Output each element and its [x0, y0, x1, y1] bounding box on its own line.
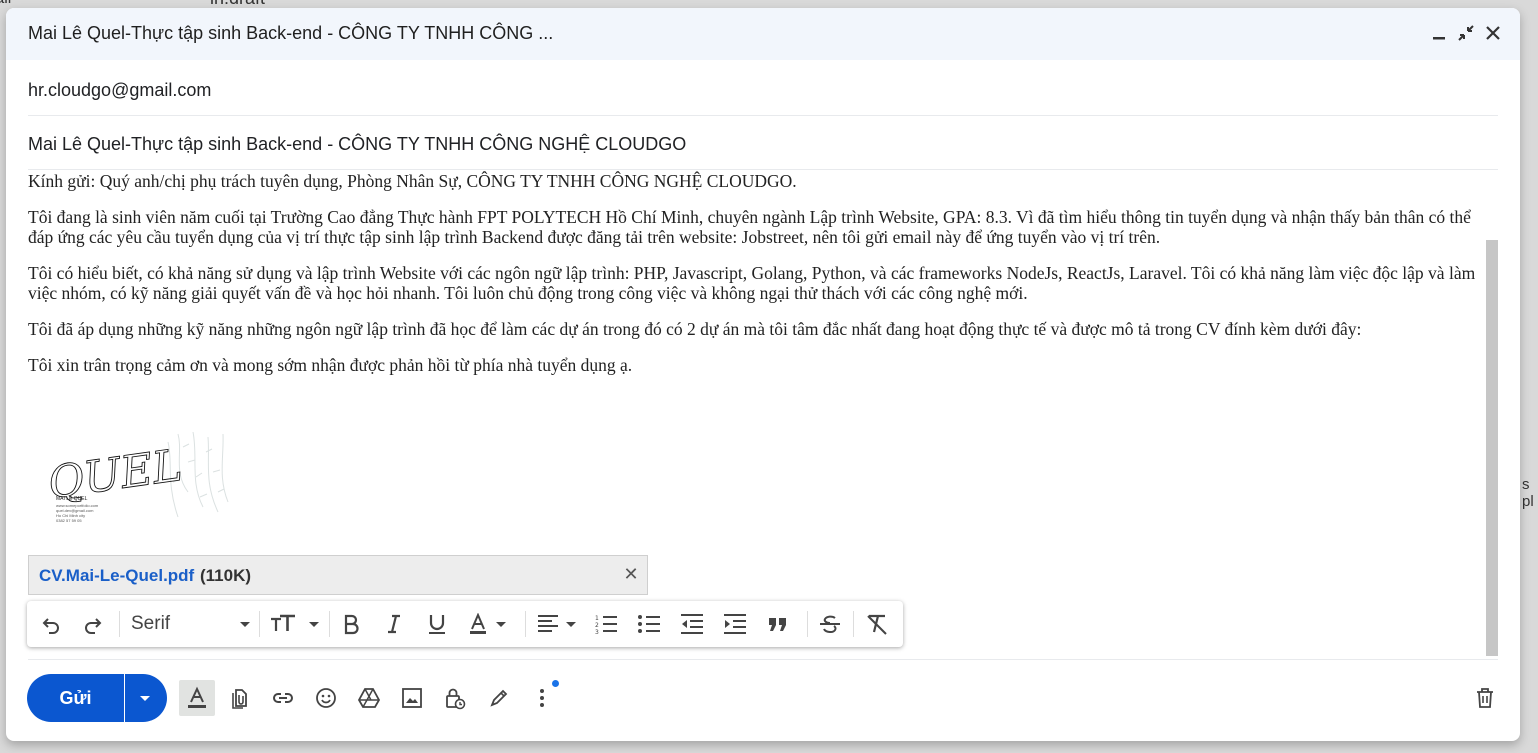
to-field[interactable]: hr.cloudgo@gmail.com	[28, 65, 1498, 116]
undo-icon	[42, 618, 59, 634]
chevron-down-icon	[140, 696, 150, 701]
text-size-icon	[271, 614, 319, 631]
toolbar-divider	[807, 611, 808, 637]
insert-link-button[interactable]	[265, 680, 301, 716]
underline-button[interactable]	[425, 610, 449, 638]
underline-icon	[429, 615, 445, 634]
minimize-icon	[1433, 37, 1445, 40]
toolbar-divider	[525, 611, 526, 637]
insert-emoji-button[interactable]	[308, 680, 344, 716]
remove-attachment-button[interactable]: ✕	[621, 564, 641, 584]
attach-files-button[interactable]	[222, 680, 258, 716]
send-options-button[interactable]	[125, 674, 167, 722]
svg-text:1: 1	[595, 615, 599, 622]
font-family-select[interactable]: Serif	[123, 610, 251, 638]
align-button[interactable]	[535, 610, 581, 638]
redo-button[interactable]	[79, 610, 107, 638]
minimize-button[interactable]	[1428, 22, 1450, 44]
remove-formatting-button[interactable]	[863, 610, 891, 638]
indent-less-button[interactable]	[679, 610, 705, 638]
insert-signature-button[interactable]	[481, 680, 517, 716]
more-vert-icon	[540, 689, 544, 707]
bulleted-list-icon	[638, 615, 660, 633]
indent-less-icon	[681, 614, 703, 634]
toolbar-divider	[119, 611, 120, 637]
font-size-button[interactable]	[267, 610, 323, 638]
compose-bottom-divider	[28, 659, 1498, 660]
paragraph-projects: Tôi đã áp dụng những kỹ năng những ngôn …	[28, 319, 1362, 339]
numbered-list-icon: 1 2 3	[595, 615, 617, 635]
trash-icon	[1477, 688, 1493, 708]
subject-text: Mai Lê Quel-Thực tập sinh Back-end - CÔN…	[28, 134, 687, 154]
undo-button[interactable]	[37, 610, 65, 638]
send-button[interactable]: Gửi	[27, 674, 124, 722]
lock-clock-icon	[446, 688, 466, 710]
confidential-mode-button[interactable]	[437, 680, 473, 716]
quote-icon	[769, 618, 786, 631]
photo-icon	[402, 688, 422, 708]
signature-image: QUEL MAI LÊ QUEL www.someportfolio.com q…	[44, 432, 229, 523]
italic-icon	[388, 614, 400, 634]
text-color-button[interactable]	[467, 610, 513, 638]
emoji-icon	[316, 688, 336, 708]
redo-icon	[85, 618, 102, 634]
compose-title: Mai Lê Quel-Thực tập sinh Back-end - CÔN…	[28, 23, 554, 43]
font-family-value: Serif	[131, 613, 171, 634]
compose-header: Mai Lê Quel-Thực tập sinh Back-end - CÔN…	[6, 8, 1520, 60]
align-left-icon	[538, 615, 576, 632]
toolbar-divider	[259, 611, 260, 637]
closing-line: Tôi xin trân trọng cảm ơn và mong sớm nh…	[28, 355, 633, 375]
bold-button[interactable]	[339, 610, 363, 638]
body-scrollbar[interactable]	[1486, 240, 1498, 656]
close-icon	[1486, 26, 1500, 40]
bold-icon	[344, 614, 359, 635]
toolbar-divider	[329, 611, 330, 637]
text-format-icon	[188, 686, 206, 708]
attach-file-icon	[232, 689, 247, 709]
signature-line-4: 0382 57 59 05	[56, 518, 82, 523]
signature-name: MAI LÊ QUEL	[56, 494, 88, 502]
indent-more-button[interactable]	[722, 610, 748, 638]
strikethrough-icon	[820, 615, 840, 633]
formatting-toolbar: Serif 1 2 3	[27, 601, 903, 647]
insert-photo-button[interactable]	[394, 680, 430, 716]
link-icon	[273, 693, 293, 703]
indent-more-icon	[724, 614, 746, 634]
attachment-size: (110K)	[200, 566, 252, 585]
toolbar-divider	[853, 611, 854, 637]
insert-drive-button[interactable]	[351, 680, 387, 716]
formatting-options-button[interactable]	[179, 680, 215, 716]
discard-draft-button[interactable]	[1467, 680, 1503, 716]
svg-text:3: 3	[595, 629, 599, 635]
to-recipient: hr.cloudgo@gmail.com	[28, 80, 212, 100]
attachment-chip[interactable]: CV.Mai-Le-Quel.pdf (110K) ✕	[28, 555, 648, 595]
svg-text:2: 2	[595, 622, 599, 629]
notification-dot	[552, 680, 559, 687]
background-right-text: s pl	[1522, 476, 1534, 510]
strikethrough-button[interactable]	[817, 610, 843, 638]
compose-window: Mai Lê Quel-Thực tập sinh Back-end - CÔN…	[6, 8, 1520, 741]
greeting-line: Kính gửi: Quý anh/chị phụ trách tuyên dụ…	[28, 171, 797, 191]
pen-icon	[490, 689, 508, 707]
text-color-icon	[470, 613, 506, 634]
paragraph-skills: Tôi có hiểu biết, có khả năng sử dụng và…	[28, 263, 1476, 303]
remove-formatting-icon	[867, 614, 887, 635]
bulleted-list-button[interactable]	[636, 610, 662, 638]
attachment-filename[interactable]: CV.Mai-Le-Quel.pdf	[39, 566, 194, 586]
drive-icon	[357, 688, 381, 708]
chevron-down-icon	[240, 622, 250, 627]
quote-button[interactable]	[765, 610, 791, 638]
send-button-group: Gửi	[27, 674, 167, 722]
subject-field[interactable]: Mai Lê Quel-Thực tập sinh Back-end - CÔN…	[28, 119, 1498, 170]
background-left-text: ...ail	[0, 0, 11, 8]
paragraph-intro: Tôi đang là sinh viên năm cuối tại Trườn…	[28, 207, 1471, 247]
numbered-list-button[interactable]: 1 2 3	[593, 610, 619, 638]
italic-button[interactable]	[382, 610, 406, 638]
exit-fullscreen-icon	[1458, 25, 1474, 41]
exit-fullscreen-button[interactable]	[1455, 22, 1477, 44]
close-button[interactable]	[1482, 22, 1504, 44]
